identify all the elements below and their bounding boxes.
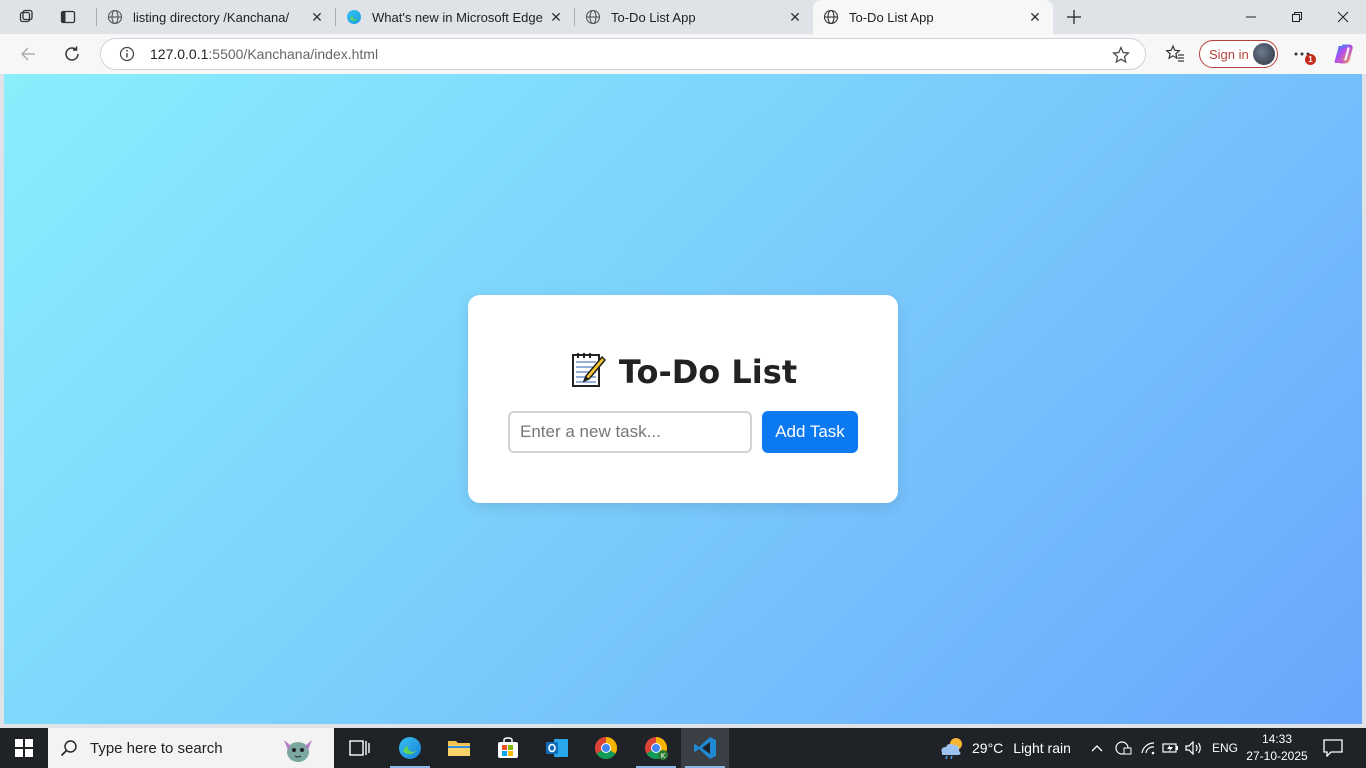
task-view-icon: [349, 740, 370, 756]
clock-date: 27-10-2025: [1246, 749, 1308, 763]
taskbar-microsoft-store[interactable]: [484, 728, 532, 768]
weather-temp: 29°C: [972, 740, 1004, 756]
globe-icon: [107, 9, 123, 25]
tab-todo-app-active[interactable]: To-Do List App ✕: [813, 0, 1053, 34]
close-icon[interactable]: ✕: [307, 7, 327, 27]
avatar: [1253, 43, 1275, 65]
favorite-star-icon[interactable]: [1111, 45, 1131, 65]
network-status-icon[interactable]: [1114, 728, 1132, 768]
edge-icon: [399, 737, 421, 759]
close-window-button[interactable]: [1320, 0, 1366, 34]
workspaces-icon[interactable]: [12, 5, 40, 29]
volume-icon[interactable]: [1185, 728, 1203, 768]
page-title: To-Do List: [468, 351, 898, 397]
clock[interactable]: 14:33 27-10-2025: [1244, 731, 1310, 765]
plus-icon: [1067, 10, 1081, 24]
taskbar-chrome-profile[interactable]: K: [632, 728, 680, 768]
taskbar-search-box[interactable]: Type here to search: [48, 728, 334, 768]
tab-whats-new-edge[interactable]: What's new in Microsoft Edge ✕: [336, 0, 574, 34]
windows-logo-icon: [15, 739, 33, 757]
favorites-button[interactable]: [1163, 42, 1187, 66]
weather-desc: Light rain: [1013, 740, 1071, 756]
refresh-button[interactable]: [60, 42, 84, 66]
start-button[interactable]: [0, 728, 48, 768]
browser-toolbar: 127.0.0.1:5500/Kanchana/index.html Sign …: [0, 34, 1366, 74]
globe-icon: [823, 9, 839, 25]
chrome-profile-icon: K: [645, 737, 668, 760]
chevron-up-icon: [1091, 745, 1103, 752]
minimize-button[interactable]: [1228, 0, 1274, 34]
search-icon: [60, 739, 78, 757]
url-text: 127.0.0.1:5500/Kanchana/index.html: [150, 46, 378, 62]
taskbar-file-explorer[interactable]: [435, 728, 483, 768]
taskbar-vscode[interactable]: [681, 728, 729, 768]
outlook-icon: [546, 739, 568, 757]
info-icon[interactable]: [118, 45, 136, 63]
task-input[interactable]: [508, 411, 752, 453]
todo-card: To-Do List Add Task: [468, 295, 898, 503]
tab-title: To-Do List App: [611, 9, 696, 25]
edge-icon: [346, 9, 362, 25]
tab-todo-app-1[interactable]: To-Do List App ✕: [575, 0, 813, 34]
url-host: 127.0.0.1: [150, 46, 209, 62]
memo-icon: [569, 351, 607, 397]
address-bar[interactable]: 127.0.0.1:5500/Kanchana/index.html: [100, 38, 1146, 70]
taskbar-edge[interactable]: [386, 728, 434, 768]
notification-badge: 1: [1305, 54, 1316, 65]
add-task-button[interactable]: Add Task: [762, 411, 858, 453]
folder-icon: [448, 741, 470, 756]
notifications-button[interactable]: [1323, 728, 1343, 768]
weather-widget[interactable]: 29°C Light rain: [938, 728, 1071, 768]
taskbar: Type here to search K 29°C Light rain EN…: [0, 728, 1366, 768]
notification-center-icon: [1323, 739, 1343, 757]
vscode-icon: [694, 737, 716, 759]
task-view-button[interactable]: [336, 728, 384, 768]
tab-listing-directory[interactable]: listing directory /Kanchana/ ✕: [97, 0, 335, 34]
tab-title: To-Do List App: [849, 9, 934, 25]
search-highlight-icon: [278, 732, 318, 764]
tab-strip: listing directory /Kanchana/ ✕ What's ne…: [0, 0, 1366, 34]
battery-icon[interactable]: [1162, 728, 1180, 768]
page-title-text: To-Do List: [618, 353, 798, 391]
tab-title: What's new in Microsoft Edge: [372, 9, 543, 25]
page-viewport: To-Do List Add Task: [4, 74, 1362, 724]
restore-button[interactable]: [1274, 0, 1320, 34]
globe-icon: [585, 9, 601, 25]
close-icon[interactable]: ✕: [546, 7, 566, 27]
tab-title: listing directory /Kanchana/: [133, 9, 290, 25]
clock-time: 14:33: [1261, 732, 1293, 746]
refresh-icon: [65, 46, 79, 61]
weather-rain-icon: [941, 738, 962, 760]
taskbar-outlook[interactable]: [533, 728, 581, 768]
close-icon[interactable]: ✕: [1025, 7, 1045, 27]
svg-text:K: K: [661, 752, 666, 760]
chrome-icon: [595, 737, 617, 759]
favorites-icon: [1165, 44, 1184, 62]
taskbar-chrome[interactable]: [582, 728, 630, 768]
sign-in-label: Sign in: [1209, 46, 1249, 62]
minimize-icon: [1246, 16, 1256, 18]
copilot-icon: [1334, 44, 1353, 64]
wifi-icon[interactable]: [1140, 728, 1156, 768]
show-hidden-icons-button[interactable]: [1091, 728, 1105, 768]
new-tab-button[interactable]: [1062, 5, 1086, 29]
url-path: :5500/Kanchana/index.html: [208, 46, 379, 62]
language-indicator[interactable]: ENG: [1212, 728, 1238, 768]
close-icon: [1337, 11, 1349, 23]
back-arrow-icon: [21, 47, 35, 61]
vertical-tabs-icon[interactable]: [54, 5, 82, 29]
search-placeholder: Type here to search: [90, 739, 223, 757]
copilot-button[interactable]: [1331, 42, 1355, 66]
sign-in-button[interactable]: Sign in: [1199, 40, 1278, 68]
restore-icon: [1292, 12, 1302, 22]
close-icon[interactable]: ✕: [785, 7, 805, 27]
back-button[interactable]: [16, 42, 40, 66]
store-icon: [498, 737, 518, 758]
